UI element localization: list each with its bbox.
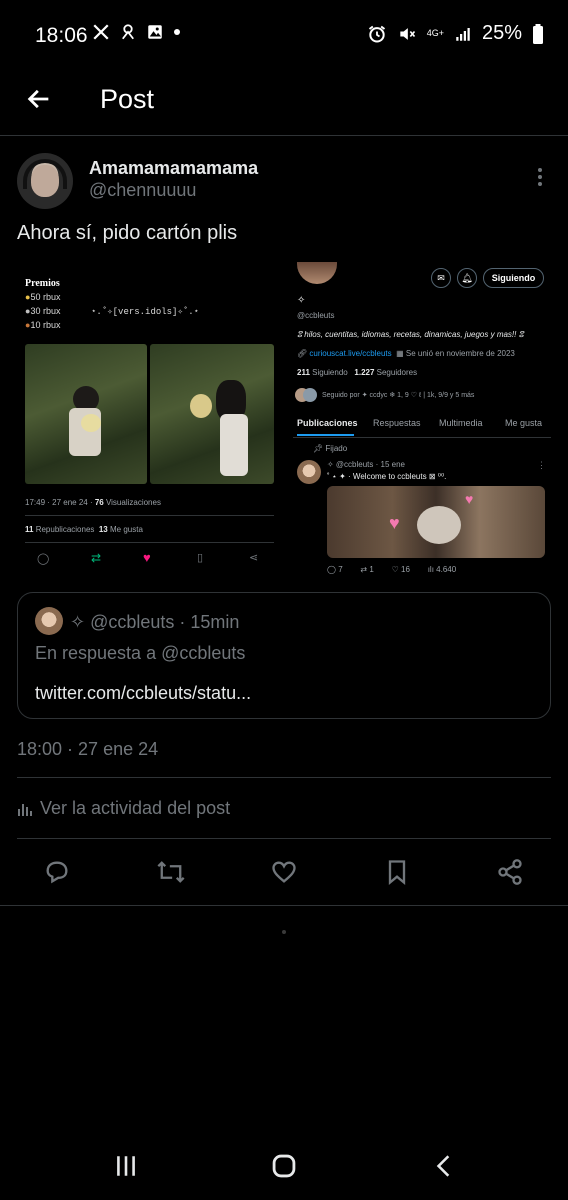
mini-tab-posts: Publicaciones <box>297 418 358 428</box>
bookmark-icon[interactable] <box>381 856 413 888</box>
author-handle[interactable]: @chennuuuu <box>89 180 196 201</box>
photo-girl-flowers-1 <box>25 344 147 484</box>
quoted-post[interactable]: ✧ @ccbleuts · 15min En respuesta a @ccbl… <box>17 592 551 719</box>
post-text: Ahora sí, pido cartón plis <box>17 222 238 244</box>
mini-bell-icon: 🔔︎ <box>457 268 477 288</box>
profile-follow-counts: 211 Siguiendo 1.227 Seguidores <box>297 368 418 377</box>
author-avatar[interactable] <box>17 153 73 209</box>
prize-second: ●30 rbux <box>25 306 61 316</box>
pinned-label: 📌︎ Fijado <box>313 444 348 453</box>
photo-girl-flowers-2 <box>150 344 274 484</box>
repost-icon[interactable] <box>155 856 187 888</box>
system-back-icon[interactable] <box>429 1152 459 1180</box>
analytics-icon <box>17 801 33 817</box>
like-icon[interactable] <box>268 856 300 888</box>
pinned-avatar <box>297 460 321 484</box>
left-engagement: 11 Republicaciones 13 Me gusta <box>25 525 143 534</box>
notification-app-icon <box>119 23 137 41</box>
prize-third: ●10 rbux <box>25 320 61 330</box>
more-options-icon[interactable] <box>536 166 544 188</box>
quoted-reply-to: En respuesta a @ccbleuts <box>35 643 246 663</box>
home-icon[interactable] <box>269 1152 299 1180</box>
post-timestamp: 18:00 · 27 ene 24 <box>17 739 159 759</box>
mini-like-icon: ♥ <box>143 550 151 565</box>
battery-percent: 25% <box>481 22 522 44</box>
top-app-bar: Post <box>0 72 568 136</box>
mini-message-icon: ✉ <box>431 268 451 288</box>
headphones-graphic <box>23 159 67 189</box>
profile-handle: @ccbleuts <box>297 311 335 320</box>
divider <box>0 905 568 906</box>
loading-indicator <box>282 930 286 934</box>
profile-sparkle-icon: ✧ <box>297 295 306 306</box>
network-type-label: 4G+ <box>426 28 444 38</box>
pinned-text: ˚ ⋆ ✦ · Welcome to ccbleuts ⊠ ⁰⁰. <box>327 472 447 481</box>
pinned-header: ✧ @ccbleuts · 15 ene <box>327 460 405 469</box>
prizes-title: Premios <box>25 278 60 289</box>
x-app-icon <box>92 23 110 41</box>
status-bar: 18:06 4G+ 25% <box>0 0 568 72</box>
pinned-stats: ◯ 7 ⇄ 1 ♡ 16 ılı 4.640 <box>327 565 457 574</box>
more-notifications-dot-icon <box>173 28 181 36</box>
profile-avatar-crop <box>297 262 337 284</box>
back-arrow-icon[interactable] <box>24 84 54 114</box>
mini-share-icon: ⋖ <box>249 552 259 564</box>
mini-bookmark-icon: ▯ <box>197 552 204 564</box>
reply-icon[interactable] <box>41 856 73 888</box>
quoted-handle: ✧ @ccbleuts · 15min <box>70 612 240 632</box>
divider <box>17 777 551 778</box>
share-icon[interactable] <box>494 856 526 888</box>
pinned-collage-image: ♥ ♥ <box>327 486 545 558</box>
page-title: Post <box>100 84 155 114</box>
post-image[interactable]: Premios ●50 rbux ●30 rbux ●10 rbux ⋆.˚✧[… <box>17 262 551 578</box>
post-activity-label: Ver la actividad del post <box>40 798 231 818</box>
battery-icon <box>532 23 544 44</box>
alarm-icon <box>367 24 387 44</box>
quoted-link[interactable]: twitter.com/ccbleuts/statu... <box>35 683 251 704</box>
mute-icon <box>397 24 417 44</box>
mini-tab-likes: Me gusta <box>505 418 543 428</box>
status-time: 18:06 <box>35 24 88 47</box>
divider <box>17 838 551 839</box>
recent-apps-icon[interactable] <box>111 1152 141 1180</box>
following-button: Siguiendo <box>483 268 544 288</box>
post-activity-link[interactable]: Ver la actividad del post <box>17 798 230 819</box>
vers-idols-text: ⋆.˚✧[vers.idols]✧˚.⋆ <box>91 307 200 317</box>
mini-tab-media: Multimedia <box>439 418 483 428</box>
profile-bio: ⵓ hilos, cuentitas, idiomas, recetas, di… <box>297 330 524 339</box>
mini-reply-icon: ◯ <box>37 553 50 565</box>
mini-tab-replies: Respuestas <box>373 418 421 428</box>
author-display-name[interactable]: Amamamamamama <box>89 158 258 179</box>
quoted-avatar <box>35 607 63 635</box>
left-meta: 17:49 · 27 ene 24 · 76 Visualizaciones <box>25 498 161 507</box>
signal-icon <box>454 25 472 43</box>
gallery-icon <box>146 23 164 41</box>
mini-repost-icon: ⇄ <box>91 551 102 565</box>
profile-followed-by: Seguido por ✦ ccdyc ❄ 1, 9 ♡ ℓ | 1k, 9/9… <box>322 392 475 399</box>
prize-first: ●50 rbux <box>25 292 61 302</box>
profile-link-row: 🔗︎ curiouscat.live/ccbleuts ▦ Se unió en… <box>297 349 515 358</box>
